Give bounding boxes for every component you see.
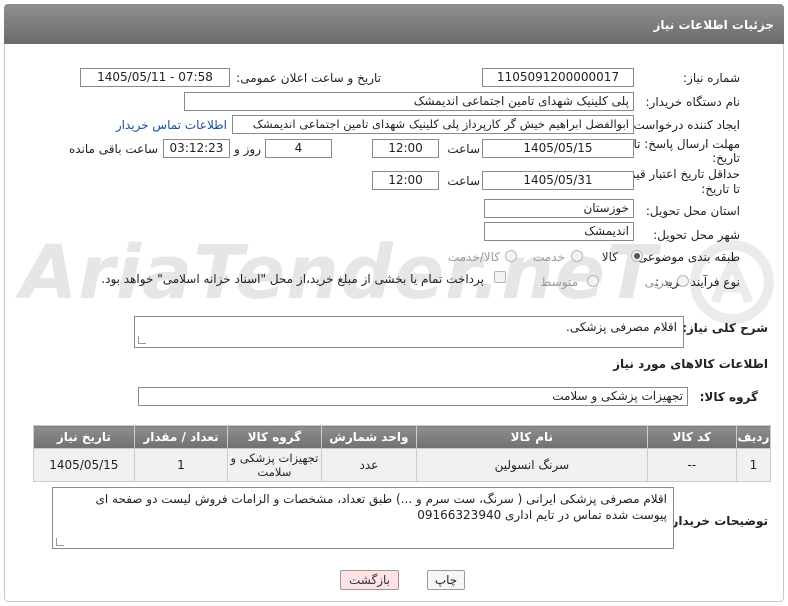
- days-remaining-field: 4: [265, 139, 332, 158]
- col-row-number: ردیف: [735, 425, 772, 449]
- validity-date-field: 1405/05/31: [482, 171, 634, 190]
- treasury-payment-text: پرداخت تمام یا بخشی از مبلغ خرید،از محل …: [101, 272, 484, 286]
- category-goods-service-label: کالا/خدمت: [447, 250, 500, 264]
- city-field: اندیمشک: [484, 222, 634, 241]
- table-row: 1 -- سرنگ انسولین عدد تجهیزات پزشکی و سل…: [33, 448, 772, 482]
- buyer-notes-textarea: اقلام مصرفی پزشکی ایرانی ( سرنگ، ست سرم …: [52, 487, 674, 549]
- days-label: روز و: [234, 142, 261, 156]
- col-item-group: گروه کالا: [227, 425, 322, 449]
- cell-item-group: تجهیزات پزشکی و سلامت: [227, 448, 322, 482]
- buyer-notes-text: اقلام مصرفی پزشکی ایرانی ( سرنگ، ست سرم …: [95, 492, 667, 522]
- cell-need-date: 1405/05/15: [33, 448, 135, 482]
- category-service-radio[interactable]: [571, 250, 583, 262]
- deadline-date-field: 1405/05/15: [482, 139, 634, 158]
- category-goods-label: کالا: [601, 250, 618, 264]
- city-label: شهر محل تحویل:: [653, 228, 740, 242]
- col-item-code: کد کالا: [646, 425, 737, 449]
- goods-group-field: تجهیزات پزشکی و سلامت: [138, 387, 688, 406]
- province-label: استان محل تحویل:: [645, 204, 740, 218]
- cell-item-code: --: [646, 448, 737, 482]
- goods-table: ردیف کد کالا نام کالا واحد شمارش گروه کا…: [33, 425, 772, 482]
- cell-item-name: سرنگ انسولین: [416, 448, 648, 482]
- summary-resize-handle[interactable]: [138, 336, 146, 344]
- goods-table-header-row: ردیف کد کالا نام کالا واحد شمارش گروه کا…: [33, 425, 772, 449]
- validity-time-label: ساعت: [447, 174, 480, 188]
- category-label: طبقه بندی موضوعی:: [633, 250, 740, 264]
- goods-group-label: گروه کالا:: [699, 390, 758, 404]
- process-minor-label: جزیی: [644, 275, 672, 289]
- col-need-date: تاریخ نیاز: [33, 425, 135, 449]
- cell-row-number: 1: [735, 448, 772, 482]
- back-button[interactable]: بازگشت: [340, 570, 399, 590]
- print-button[interactable]: چاپ: [427, 570, 465, 590]
- cell-quantity: 1: [133, 448, 229, 482]
- announce-date-field: 1405/05/11 - 07:58: [80, 68, 230, 87]
- buyer-notes-resize-handle[interactable]: [56, 538, 64, 546]
- validity-time-field: 12:00: [372, 171, 439, 190]
- announce-date-label: تاریخ و ساعت اعلان عمومی:: [236, 71, 381, 85]
- cell-unit: عدد: [320, 448, 418, 482]
- summary-text: اقلام مصرفی پزشکی.: [566, 320, 677, 334]
- time-remaining-field: 03:12:23: [163, 139, 230, 158]
- page-header: جزئیات اطلاعات نیاز: [4, 4, 784, 44]
- buyer-org-field: پلی کلینیک شهدای تامین اجتماعی اندیمشک: [184, 92, 634, 111]
- col-quantity: تعداد / مقدار: [133, 425, 229, 449]
- creator-field: ابوالفضل ابراهیم خیش گر کارپرداز پلی کلی…: [232, 115, 634, 134]
- process-medium-radio[interactable]: [587, 275, 599, 287]
- col-item-name: نام کالا: [416, 425, 648, 449]
- treasury-payment-checkbox[interactable]: [494, 271, 506, 283]
- time-remaining-label: ساعت باقی مانده: [68, 142, 158, 156]
- col-unit: واحد شمارش: [320, 425, 418, 449]
- deadline-time-label: ساعت: [447, 142, 480, 156]
- validity-label-line2: تا تاریخ:: [701, 182, 740, 196]
- category-service-label: خدمت: [533, 250, 565, 264]
- buyer-notes-label: توضیحات خریدار:: [666, 514, 768, 528]
- buyer-org-label: نام دستگاه خریدار:: [645, 95, 741, 109]
- deadline-label-line2: تاریخ:: [712, 151, 740, 165]
- need-number-label: شماره نیاز:: [683, 71, 740, 85]
- need-number-field: 1105091200000017: [482, 68, 634, 87]
- process-medium-label: متوسط: [540, 275, 578, 289]
- goods-section-title: اطلاعات کالاهای مورد نیاز: [613, 357, 768, 371]
- page-title: جزئیات اطلاعات نیاز: [653, 18, 774, 32]
- summary-textarea: اقلام مصرفی پزشکی.: [134, 316, 684, 348]
- creator-label: ایجاد کننده درخواست:: [629, 118, 740, 132]
- province-field: خوزستان: [484, 199, 634, 218]
- goods-table-wrapper: ردیف کد کالا نام کالا واحد شمارش گروه کا…: [33, 425, 772, 482]
- contact-info-link[interactable]: اطلاعات تماس خریدار: [116, 118, 227, 132]
- category-goods-service-radio[interactable]: [505, 250, 517, 262]
- summary-label: شرح کلی نیاز:: [682, 321, 768, 335]
- category-goods-radio[interactable]: [631, 250, 643, 262]
- process-minor-radio[interactable]: [677, 275, 689, 287]
- deadline-time-field: 12:00: [372, 139, 439, 158]
- deadline-label-line1: مهلت ارسال پاسخ: تا: [633, 137, 740, 151]
